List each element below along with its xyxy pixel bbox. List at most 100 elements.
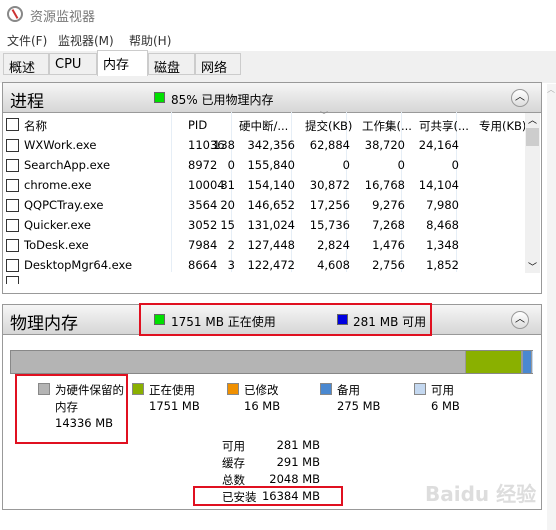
pid: 3052 bbox=[188, 218, 218, 232]
process-name: SearchApp.exe bbox=[24, 158, 111, 172]
stat-label: 可用 bbox=[222, 439, 245, 453]
tab-cpu[interactable]: CPU bbox=[49, 53, 97, 75]
commit: 122,472 bbox=[247, 258, 295, 272]
working-set: 15,736 bbox=[309, 218, 350, 232]
shareable: 7,268 bbox=[372, 218, 405, 232]
hard-faults: 20 bbox=[220, 198, 235, 212]
private: 14,104 bbox=[418, 178, 459, 192]
legend-swatch bbox=[414, 383, 426, 395]
commit: 154,140 bbox=[247, 178, 295, 192]
processes-title: 进程 bbox=[10, 92, 44, 112]
row-checkbox[interactable] bbox=[6, 276, 19, 284]
menu-help[interactable]: 帮助(H) bbox=[129, 32, 171, 49]
process-name: DesktopMgr64.exe bbox=[24, 258, 133, 272]
memory-used-summary: 85% 已用物理内存 bbox=[171, 93, 274, 107]
row-checkbox[interactable] bbox=[6, 199, 19, 212]
working-set: 0 bbox=[342, 158, 350, 172]
highlight-box bbox=[15, 374, 128, 444]
menu-monitor[interactable]: 监视器(M) bbox=[58, 32, 114, 49]
scroll-down-icon[interactable]: ﹀ bbox=[525, 260, 540, 273]
column-working-set[interactable]: 工作集(... bbox=[362, 118, 412, 134]
hard-faults: 31 bbox=[220, 178, 235, 192]
process-name: ToDesk.exe bbox=[24, 238, 89, 252]
private: 1,348 bbox=[426, 238, 459, 252]
highlight-box bbox=[193, 486, 343, 506]
legend-swatch bbox=[227, 383, 239, 395]
private: 8,468 bbox=[426, 218, 459, 232]
commit: 155,840 bbox=[247, 158, 295, 172]
hard-faults: 0 bbox=[227, 158, 235, 172]
table-row[interactable]: QQPCTray.exe 3564 20 146,652 17,256 9,276 7,98… bbox=[2, 196, 524, 216]
commit: 131,024 bbox=[247, 218, 295, 232]
commit: 127,448 bbox=[247, 238, 295, 252]
legend-value: 16 MB bbox=[244, 399, 281, 413]
window-scrollbar[interactable]: ︿ bbox=[547, 84, 556, 530]
memory-bar-reserved bbox=[11, 351, 467, 373]
memory-bar-standby bbox=[523, 351, 532, 373]
working-set: 4,608 bbox=[317, 258, 350, 272]
menu-file[interactable]: 文件(F) bbox=[7, 32, 47, 49]
memory-bar bbox=[10, 350, 533, 374]
legend-value: 275 MB bbox=[337, 399, 381, 413]
private: 24,164 bbox=[418, 138, 459, 152]
memory-used-swatch bbox=[154, 92, 165, 103]
row-checkbox[interactable] bbox=[6, 239, 19, 252]
window-title: 资源监视器 bbox=[30, 10, 96, 25]
table-row[interactable]: WXWork.exe 11036 138 342,356 62,884 38,720 24,… bbox=[2, 136, 524, 156]
scroll-thumb[interactable] bbox=[526, 128, 539, 146]
column-pid[interactable]: PID bbox=[188, 118, 207, 132]
stat-value: 2048 MB bbox=[269, 472, 320, 486]
shareable: 16,768 bbox=[364, 178, 405, 192]
column-name[interactable]: 名称 bbox=[24, 118, 47, 134]
collapse-button[interactable]: ︿ bbox=[511, 89, 529, 107]
app-icon bbox=[7, 6, 23, 22]
row-checkbox[interactable] bbox=[6, 179, 19, 192]
column-hard-faults[interactable]: 硬中断/... bbox=[239, 118, 288, 134]
tab-overview[interactable]: 概述 bbox=[3, 53, 49, 76]
table-row[interactable]: ToDesk.exe 7984 2 127,448 2,824 1,476 1,348 bbox=[2, 236, 524, 256]
process-scrollbar[interactable]: ︿ ﹀ bbox=[525, 113, 540, 273]
tab-network[interactable]: 网络 bbox=[195, 53, 241, 76]
processes-header[interactable]: 进程 85% 已用物理内存 ︿ bbox=[3, 83, 541, 113]
process-name: QQPCTray.exe bbox=[24, 198, 104, 212]
legend-value: 1751 MB bbox=[149, 399, 200, 413]
row-checkbox[interactable] bbox=[6, 259, 19, 272]
column-commit[interactable]: 提交(KB) bbox=[305, 118, 352, 134]
table-row[interactable]: chrome.exe 10004 31 154,140 30,872 16,768 14,1… bbox=[2, 176, 524, 196]
pid: 8972 bbox=[188, 158, 218, 172]
hard-faults: 2 bbox=[227, 238, 235, 252]
table-row[interactable]: DesktopMgr64.exe 8664 3 122,472 4,608 2,756 1,… bbox=[2, 256, 524, 276]
column-shareable[interactable]: 可共享(... bbox=[419, 118, 469, 134]
legend-swatch bbox=[132, 383, 144, 395]
hard-faults: 3 bbox=[227, 258, 235, 272]
column-private[interactable]: 专用(KB) bbox=[479, 118, 526, 134]
stat-label: 缓存 bbox=[222, 456, 245, 470]
watermark: Baidu 经验 bbox=[425, 482, 537, 506]
tab-disk[interactable]: 磁盘 bbox=[148, 53, 195, 76]
legend-label: 已修改 bbox=[244, 383, 279, 397]
private: 7,980 bbox=[426, 198, 459, 212]
shareable: 9,276 bbox=[372, 198, 405, 212]
row-checkbox[interactable] bbox=[6, 219, 19, 232]
commit: 342,356 bbox=[247, 138, 295, 152]
row-checkbox[interactable] bbox=[6, 139, 19, 152]
table-row[interactable]: SearchApp.exe 8972 0 155,840 0 0 0 bbox=[2, 156, 524, 176]
working-set: 2,824 bbox=[317, 238, 350, 252]
collapse-button[interactable]: ︿ bbox=[511, 311, 529, 329]
scroll-up-icon[interactable]: ︿ bbox=[525, 113, 540, 126]
shareable: 38,720 bbox=[364, 138, 405, 152]
legend-label: 正在使用 bbox=[149, 383, 195, 397]
legend-swatch bbox=[320, 383, 332, 395]
process-name: WXWork.exe bbox=[24, 138, 97, 152]
shareable: 2,756 bbox=[372, 258, 405, 272]
table-row[interactable]: Quicker.exe 3052 15 131,024 15,736 7,268 8,468 bbox=[2, 216, 524, 236]
stat-value: 291 MB bbox=[276, 455, 320, 469]
window-scroll-up-icon[interactable]: ︿ bbox=[547, 84, 556, 95]
shareable: 0 bbox=[397, 158, 405, 172]
select-all-checkbox[interactable] bbox=[6, 118, 19, 131]
tab-memory[interactable]: 内存 bbox=[97, 50, 148, 76]
process-name: Quicker.exe bbox=[24, 218, 91, 232]
physical-memory-title: 物理内存 bbox=[10, 314, 78, 334]
row-checkbox[interactable] bbox=[6, 159, 19, 172]
memory-bar-in-use bbox=[466, 351, 523, 373]
